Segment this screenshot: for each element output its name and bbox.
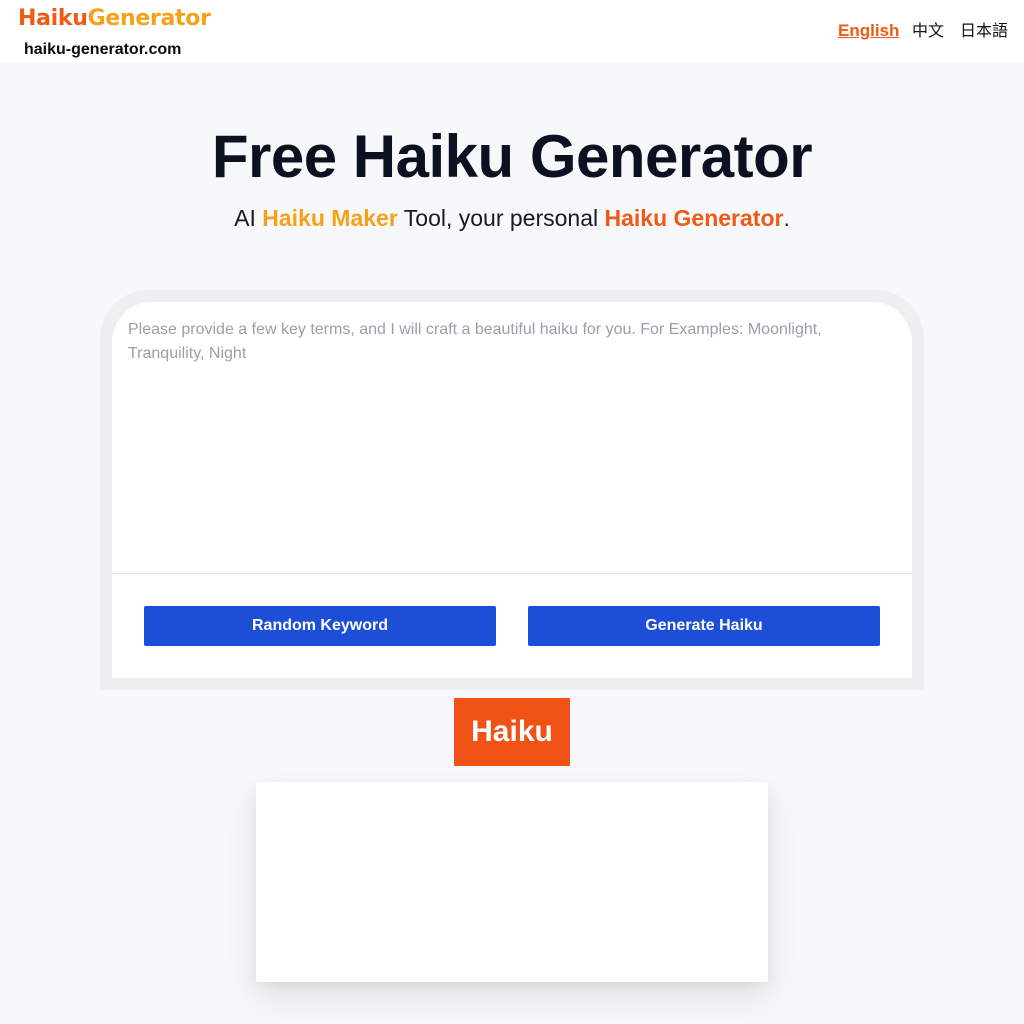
generate-haiku-button[interactable]: Generate Haiku <box>528 606 880 646</box>
haiku-result-badge: Haiku <box>454 698 570 766</box>
subtitle-highlight-haiku-maker: Haiku Maker <box>262 205 398 231</box>
subtitle-suffix: . <box>783 205 790 231</box>
language-link-english[interactable]: English <box>838 20 899 42</box>
site-logo[interactable]: HaikuGenerator <box>18 4 211 34</box>
card-divider <box>112 573 912 574</box>
language-link-chinese[interactable]: 中文 <box>912 20 944 42</box>
subtitle-prefix: AI <box>234 205 263 231</box>
random-keyword-button[interactable]: Random Keyword <box>144 606 496 646</box>
subtitle-highlight-haiku-generator: Haiku Generator <box>604 205 784 231</box>
generator-card-inner: Random Keyword Generate Haiku <box>112 302 912 678</box>
top-bar: HaikuGenerator haiku-generator.com Engli… <box>0 0 1024 62</box>
logo-text-haiku: Haiku <box>18 6 88 31</box>
logo-text-generator: Generator <box>87 6 211 31</box>
site-domain: haiku-generator.com <box>24 41 182 58</box>
keywords-input[interactable] <box>112 302 912 574</box>
generator-card: Random Keyword Generate Haiku <box>100 290 924 690</box>
page-subtitle: AI Haiku Maker Tool, your personal Haiku… <box>0 203 1024 233</box>
page-title: Free Haiku Generator <box>211 123 813 190</box>
subtitle-middle: Tool, your personal <box>397 205 605 231</box>
haiku-result-box <box>256 782 768 982</box>
language-link-japanese[interactable]: 日本語 <box>960 20 1008 42</box>
